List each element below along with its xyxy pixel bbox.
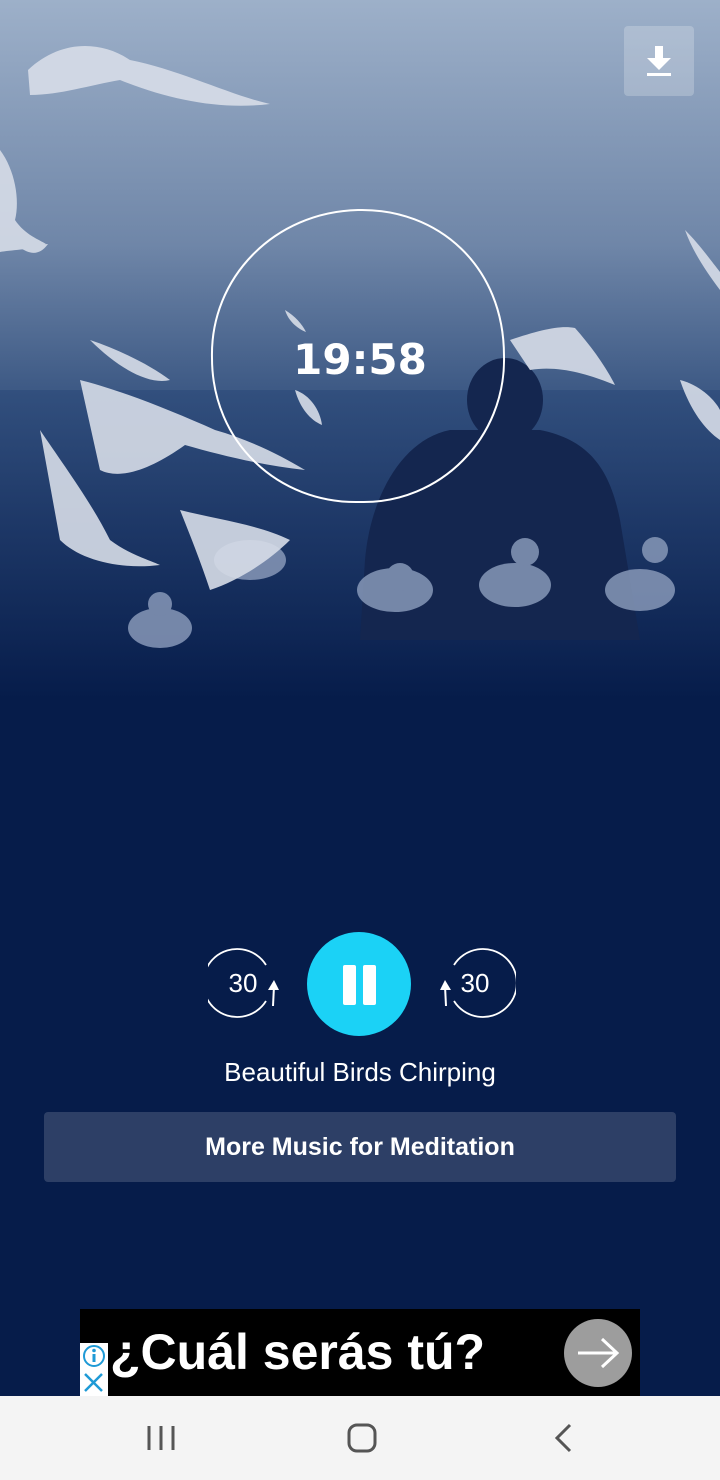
rewind-30-button[interactable]: 30 — [208, 946, 282, 1020]
rewind-seconds-label: 30 — [228, 968, 258, 998]
download-button[interactable] — [624, 26, 694, 96]
home-icon — [347, 1423, 377, 1453]
back-icon — [554, 1423, 572, 1453]
forward-seconds-label: 30 — [460, 968, 490, 998]
recents-icon — [147, 1426, 175, 1450]
back-button[interactable] — [542, 1418, 586, 1458]
arrow-right-icon — [578, 1337, 620, 1369]
forward-30-button[interactable]: 30 — [436, 946, 516, 1020]
ad-banner[interactable]: ¿Cuál serás tú? — [80, 1309, 640, 1396]
track-title: Beautiful Birds Chirping — [224, 1057, 496, 1087]
ad-choices-button[interactable] — [80, 1343, 108, 1396]
pause-icon — [343, 965, 356, 1005]
ad-info-icon — [83, 1345, 105, 1392]
more-music-button[interactable]: More Music for Meditation — [44, 1112, 676, 1182]
system-navigation-bar — [0, 1396, 720, 1480]
meditation-player-screen: 19:58 30 30 Beautiful Birds Chirping Mor… — [0, 0, 720, 1396]
pause-button[interactable] — [307, 932, 411, 1036]
ad-headline: ¿Cuál serás tú? — [110, 1324, 486, 1380]
timer-display: 19:58 — [293, 335, 427, 384]
home-button[interactable] — [340, 1418, 384, 1458]
ad-arrow-button[interactable] — [564, 1319, 632, 1387]
recents-button[interactable] — [139, 1418, 183, 1458]
download-icon — [647, 46, 671, 76]
playback-controls: 30 30 — [0, 930, 720, 1040]
